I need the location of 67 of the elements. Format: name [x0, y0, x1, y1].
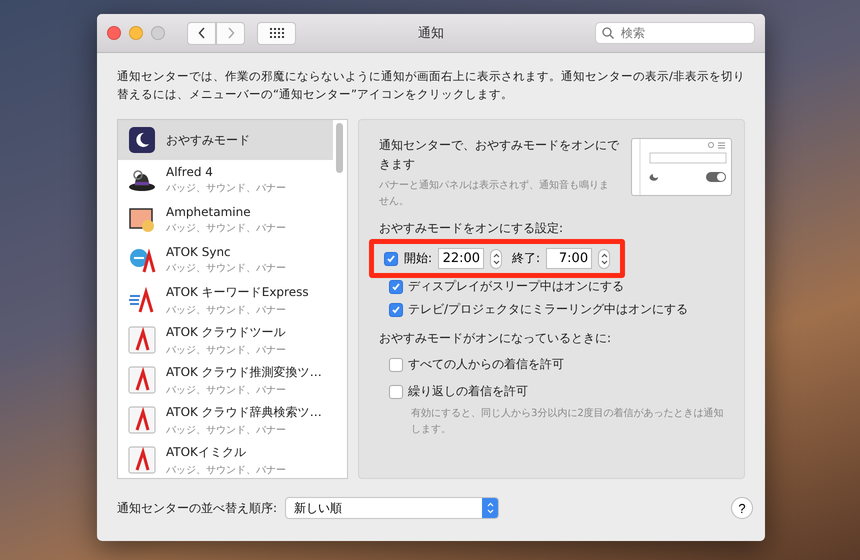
atok-icon: [128, 326, 156, 354]
checkbox[interactable]: [389, 280, 403, 294]
show-all-button[interactable]: [257, 22, 296, 44]
back-button[interactable]: [187, 22, 216, 44]
app-name: ATOK キーワードExpress: [166, 284, 309, 300]
option-checkbox-row[interactable]: 繰り返しの着信を許可: [389, 383, 732, 400]
atok-icon: [128, 406, 156, 434]
end-time-field[interactable]: 7:00: [546, 248, 592, 269]
app-name: Amphetamine: [166, 205, 252, 219]
app-alert-styles: バッジ、サウンド、バナー: [166, 182, 286, 195]
checkbox[interactable]: [389, 358, 403, 372]
app-name: ATOK クラウドツール: [166, 324, 286, 340]
option-checkbox-row[interactable]: テレビ/プロジェクタにミラーリング中はオンにする: [389, 301, 732, 318]
app-name: ATOK Sync: [166, 245, 232, 259]
app-name: ATOK クラウド推測変換ツ…: [166, 364, 322, 380]
search-field[interactable]: 検索: [595, 22, 755, 44]
close-button[interactable]: [107, 26, 121, 40]
app-list-item[interactable]: おやすみモード: [118, 120, 333, 160]
checkmark-icon: [391, 304, 401, 314]
panel-heading: 通知センターで、おやすみモードをオンにできます: [379, 137, 619, 173]
monitor-icon: [128, 206, 156, 234]
app-alert-styles: バッジ、サウンド、バナー: [166, 304, 287, 316]
option-checkbox-row[interactable]: ディスプレイがスリープ中はオンにする: [389, 278, 732, 295]
up-down-arrows-icon: [492, 252, 500, 264]
app-alert-styles: バッジ、サウンド、バナー: [166, 222, 286, 235]
search-input[interactable]: 検索: [619, 25, 743, 41]
window-title: 通知: [418, 25, 444, 42]
atok-icon: [128, 366, 156, 394]
option-checkbox-row[interactable]: すべての人からの着信を許可: [389, 356, 732, 373]
option-note: 有効にすると、同じ人から3分以内に2度目の着信があったときは通知します。: [411, 406, 725, 437]
panel-note: バナーと通知パネルは表示されず、通知音も鳴りません。: [379, 178, 609, 209]
end-label: 終了:: [512, 250, 540, 267]
express-icon: [128, 286, 156, 314]
intro-text: 通知センターでは、作業の邪魔にならないように通知が画面右上に表示されます。通知センターの表示/非表示を切り替えるには、メニューバーの“通知センター”アイコンをクリックします。: [117, 68, 745, 103]
checkmark-icon: [386, 254, 396, 264]
app-alert-styles: バッジ、サウンド、バナー: [166, 344, 286, 356]
app-alert-styles: バッジ、サウンド、バナー: [166, 424, 287, 436]
app-name: Alfred 4: [166, 165, 214, 179]
help-button[interactable]: ?: [731, 497, 753, 519]
start-label: 開始:: [404, 250, 432, 267]
start-time-field[interactable]: 22:00: [438, 248, 484, 269]
app-name: おやすみモード: [166, 132, 250, 148]
app-alert-styles: バッジ、サウンド、バナー: [166, 262, 286, 275]
when-on-label: おやすみモードがオンになっているときに:: [379, 330, 612, 347]
sort-order-dropdown[interactable]: 新しい順: [285, 497, 500, 519]
end-time-stepper[interactable]: [598, 248, 610, 268]
up-down-arrows-icon: [486, 502, 494, 514]
atok-icon: [128, 446, 156, 474]
app-name: ATOKイミクル: [166, 444, 247, 460]
schedule-label: おやすみモードをオンにする設定:: [379, 220, 564, 237]
chevron-right-icon: [226, 27, 234, 39]
app-name: ATOK クラウド辞典検索ツ…: [166, 404, 322, 420]
chevron-left-icon: [198, 27, 206, 39]
start-time-stepper[interactable]: [490, 248, 502, 268]
checkmark-icon: [391, 282, 401, 292]
checkbox[interactable]: [389, 384, 403, 398]
app-alert-styles: バッジ、サウンド、バナー: [166, 464, 286, 476]
search-icon: [602, 27, 614, 39]
moon-icon: [128, 126, 156, 154]
schedule-checkbox[interactable]: [384, 252, 398, 266]
app-alert-styles: バッジ、サウンド、バナー: [166, 384, 287, 396]
sort-order-label: 通知センターの並べ替え順序:: [117, 500, 278, 516]
grid-icon: [270, 28, 284, 38]
scrollbar-thumb[interactable]: [336, 123, 343, 173]
checkbox[interactable]: [389, 302, 403, 316]
sync-icon: [128, 246, 156, 274]
up-down-arrows-icon: [600, 252, 608, 264]
